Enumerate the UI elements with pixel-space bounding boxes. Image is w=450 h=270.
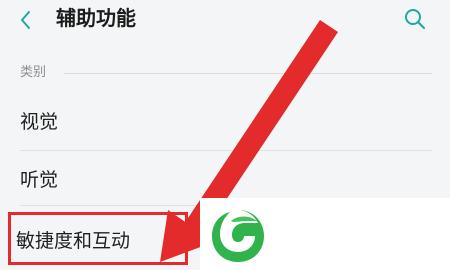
category-divider bbox=[64, 73, 432, 74]
leaf-logo-icon bbox=[212, 210, 264, 262]
divider bbox=[20, 150, 432, 151]
top-bar: 辅助功能 bbox=[0, 0, 450, 46]
category-label: 类别 bbox=[20, 65, 47, 80]
category-header: 类别 bbox=[0, 60, 450, 86]
list-item-vision[interactable]: 视觉 bbox=[0, 98, 450, 148]
list-item-label: 听觉 bbox=[20, 169, 59, 191]
list-item-label: 视觉 bbox=[20, 111, 59, 133]
highlight-box bbox=[8, 212, 188, 265]
page-title: 辅助功能 bbox=[56, 6, 136, 30]
chevron-left-icon[interactable] bbox=[14, 8, 38, 32]
search-icon[interactable] bbox=[402, 6, 428, 32]
watermark-logo-area bbox=[200, 198, 450, 270]
